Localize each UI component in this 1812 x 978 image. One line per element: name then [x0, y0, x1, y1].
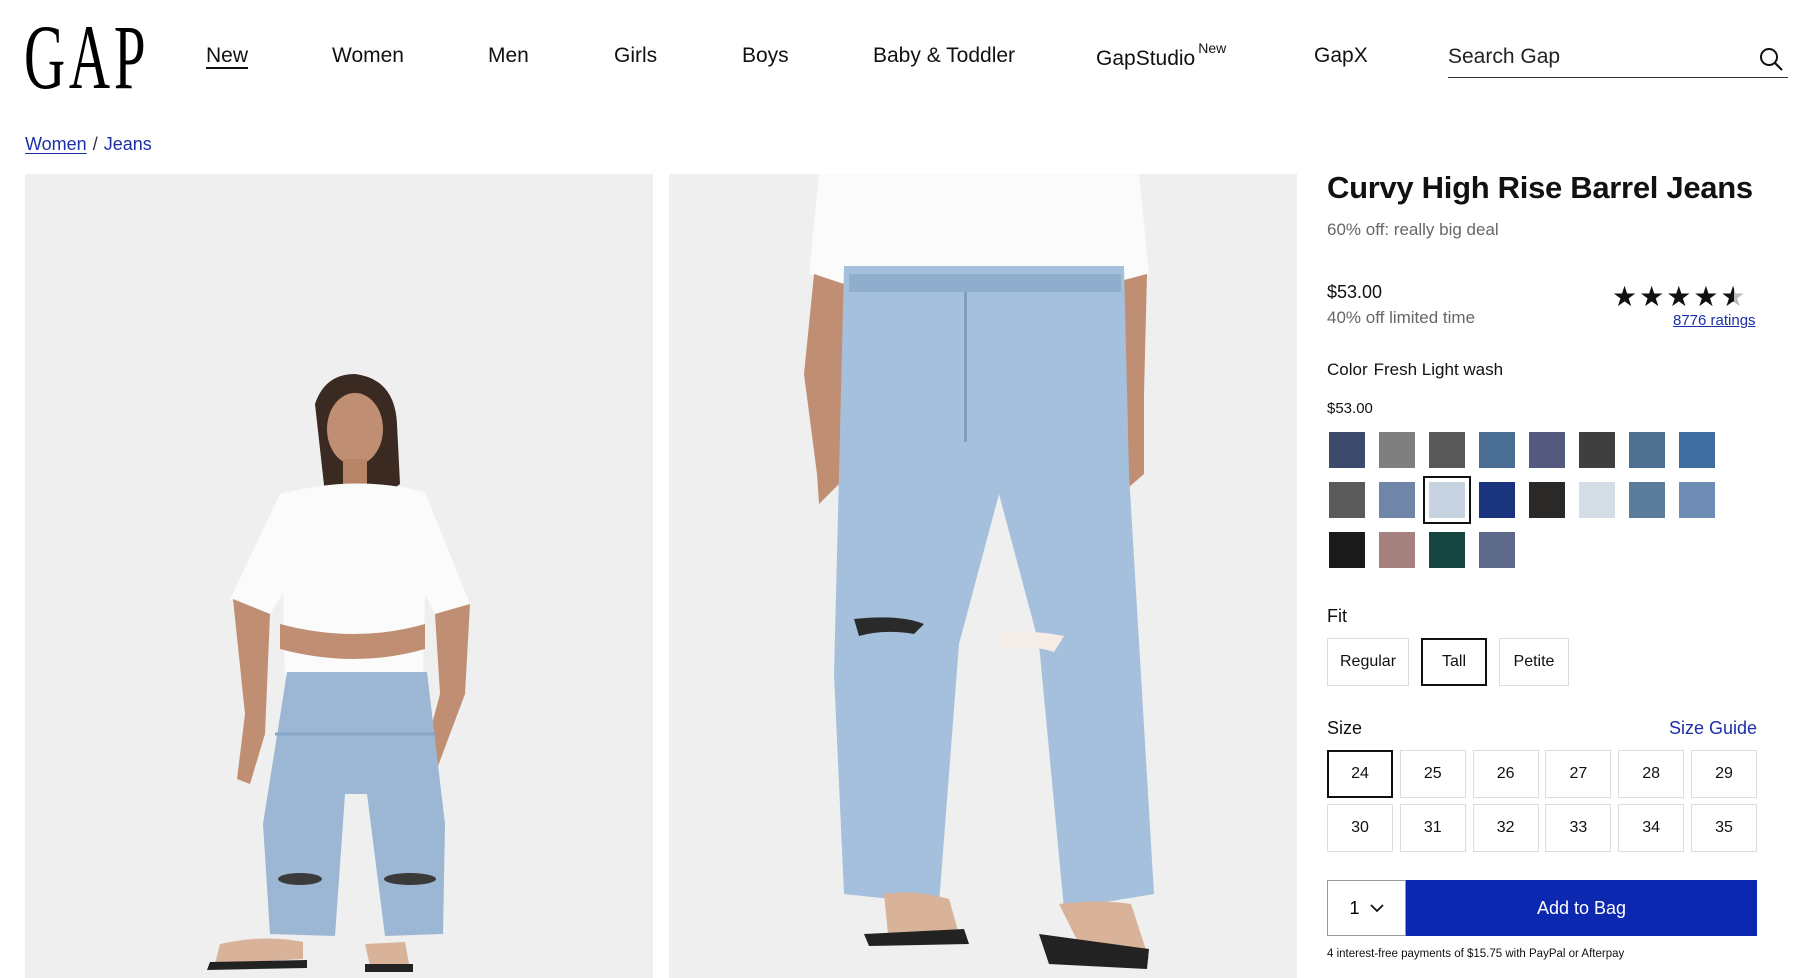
color-swatch[interactable]	[1529, 482, 1565, 518]
size-27-button[interactable]: 27	[1545, 750, 1612, 798]
color-swatch[interactable]	[1379, 482, 1415, 518]
gap-logo[interactable]: GAP	[24, 11, 146, 103]
jeans-closeup-photo	[669, 174, 1297, 978]
color-swatch[interactable]	[1329, 482, 1365, 518]
color-swatch[interactable]	[1379, 432, 1415, 468]
breadcrumb-separator: /	[92, 134, 98, 154]
color-swatch[interactable]	[1379, 532, 1415, 568]
search-bar	[1448, 40, 1788, 78]
color-swatch[interactable]	[1329, 432, 1365, 468]
discount-note: 40% off limited time	[1327, 308, 1476, 327]
color-swatch[interactable]	[1423, 476, 1471, 524]
size-28-button[interactable]: 28	[1618, 750, 1685, 798]
nav-item-boys[interactable]: Boys	[742, 44, 789, 68]
product-title: Curvy High Rise Barrel Jeans	[1327, 170, 1753, 205]
size-30-button[interactable]: 30	[1327, 804, 1393, 852]
star-icon: ★	[1612, 281, 1640, 312]
size-33-button[interactable]: 33	[1545, 804, 1612, 852]
nav-item-women[interactable]: Women	[332, 44, 404, 68]
color-value: Fresh Light wash	[1373, 360, 1504, 379]
nav-item-gapstudio[interactable]: GapStudio New	[1096, 40, 1226, 71]
color-label: Color Fresh Light wash	[1327, 360, 1503, 380]
half-star-icon: ★	[1720, 281, 1748, 312]
search-icon[interactable]	[1758, 46, 1784, 72]
chevron-down-icon	[1369, 904, 1384, 913]
ratings-link[interactable]: 8776 ratings	[1673, 312, 1756, 329]
quantity-value: 1	[1349, 897, 1360, 918]
size-25-button[interactable]: 25	[1399, 750, 1466, 798]
nav-item-baby-toddler[interactable]: Baby & Toddler	[873, 44, 1015, 68]
color-swatch[interactable]	[1479, 482, 1515, 518]
size-29-button[interactable]: 29	[1691, 750, 1757, 798]
nav-item-girls[interactable]: Girls	[614, 44, 657, 68]
color-swatch[interactable]	[1679, 482, 1715, 518]
search-input[interactable]	[1448, 40, 1738, 74]
color-swatch[interactable]	[1329, 532, 1365, 568]
breadcrumb: Women / Jeans	[25, 134, 152, 155]
star-icon: ★	[1666, 281, 1694, 312]
model-photo	[25, 174, 653, 978]
color-swatch[interactable]	[1629, 432, 1665, 468]
rating-stars: ★★★★★	[1612, 280, 1748, 313]
color-swatch[interactable]	[1479, 432, 1515, 468]
color-swatch[interactable]	[1579, 432, 1615, 468]
size-32-button[interactable]: 32	[1472, 804, 1539, 852]
size-label: Size	[1327, 718, 1363, 738]
color-swatch[interactable]	[1679, 432, 1715, 468]
size-35-button[interactable]: 35	[1691, 804, 1757, 852]
nav-item-men[interactable]: Men	[488, 44, 529, 68]
size-34-button[interactable]: 34	[1618, 804, 1685, 852]
new-badge: New	[1198, 40, 1227, 56]
star-icon: ★	[1639, 281, 1667, 312]
color-label-text: Color	[1327, 360, 1368, 379]
fit-petite-button[interactable]: Petite	[1499, 638, 1569, 686]
fit-tall-button[interactable]: Tall	[1421, 638, 1487, 686]
breadcrumb-jeans[interactable]: Jeans	[104, 134, 152, 154]
nav-item-gapx[interactable]: GapX	[1314, 44, 1368, 68]
fit-regular-button[interactable]: Regular	[1327, 638, 1409, 686]
fit-label: Fit	[1327, 606, 1347, 626]
quantity-select[interactable]: 1	[1327, 880, 1406, 936]
size-26-button[interactable]: 26	[1472, 750, 1539, 798]
star-icon: ★	[1693, 281, 1721, 312]
add-to-bag-button[interactable]: Add to Bag	[1406, 880, 1757, 936]
product-image-closeup[interactable]	[669, 174, 1297, 978]
size-guide-link[interactable]: Size Guide	[1669, 718, 1757, 739]
product-price: $53.00	[1327, 282, 1383, 302]
color-swatch[interactable]	[1629, 482, 1665, 518]
color-swatch[interactable]	[1529, 432, 1565, 468]
product-image-model[interactable]	[25, 174, 653, 978]
swatch-price: $53.00	[1327, 400, 1373, 417]
size-31-button[interactable]: 31	[1399, 804, 1466, 852]
size-24-button[interactable]: 24	[1327, 750, 1393, 798]
breadcrumb-women[interactable]: Women	[25, 134, 87, 154]
color-swatch[interactable]	[1429, 532, 1465, 568]
color-swatch[interactable]	[1429, 432, 1465, 468]
color-swatch[interactable]	[1479, 532, 1515, 568]
color-swatch[interactable]	[1579, 482, 1615, 518]
nav-item-new[interactable]: New	[206, 44, 248, 68]
promo-text: 60% off: really big deal	[1327, 220, 1499, 239]
payment-note: 4 interest-free payments of $15.75 with …	[1327, 948, 1625, 960]
product-panel: Curvy High Rise Barrel Jeans 60% off: re…	[1327, 170, 1757, 960]
nav-item-gapstudio-label: GapStudio	[1096, 47, 1196, 70]
